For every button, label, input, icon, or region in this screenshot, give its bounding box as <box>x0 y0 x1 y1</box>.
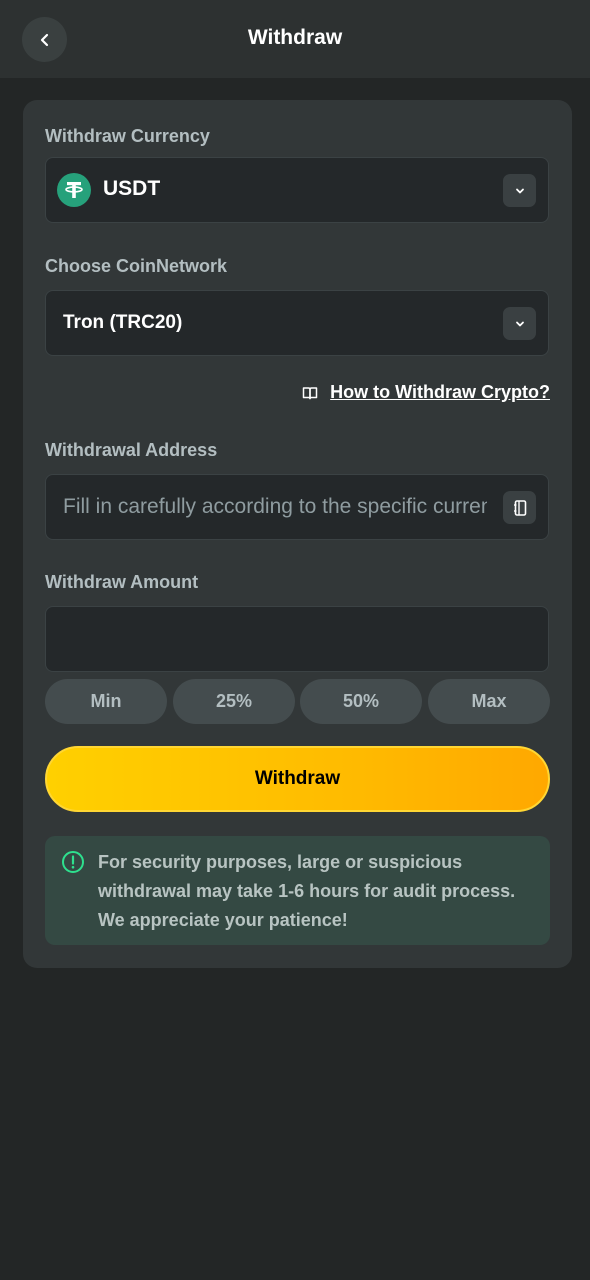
withdraw-amount-input[interactable] <box>63 607 533 671</box>
tether-icon <box>57 173 91 207</box>
book-icon <box>302 386 318 399</box>
currency-label: Withdraw Currency <box>45 126 210 146</box>
info-icon <box>62 851 84 873</box>
how-to-withdraw-link[interactable]: How to Withdraw Crypto? <box>302 382 550 403</box>
security-notice-text: For security purposes, large or suspicio… <box>98 852 516 930</box>
currency-dropdown-button[interactable] <box>503 174 536 207</box>
network-select[interactable]: Tron (TRC20) <box>45 290 549 356</box>
network-label: Choose CoinNetwork <box>45 256 228 276</box>
chevron-down-icon <box>515 188 524 193</box>
amount-50-button[interactable]: 50% <box>300 679 422 724</box>
page-title: Withdraw <box>247 26 343 49</box>
amount-25-button[interactable]: 25% <box>173 679 295 724</box>
amount-field <box>45 606 549 672</box>
how-to-withdraw-text[interactable]: How to Withdraw Crypto? <box>330 382 550 403</box>
amount-max-button[interactable]: Max <box>428 679 550 724</box>
currency-value: USDT <box>103 177 161 200</box>
security-notice: For security purposes, large or suspicio… <box>45 836 550 945</box>
amount-min-button[interactable]: Min <box>45 679 167 724</box>
network-dropdown-button[interactable] <box>503 307 536 340</box>
currency-select[interactable]: USDT <box>45 157 549 223</box>
withdrawal-address-input[interactable] <box>63 475 487 539</box>
withdraw-form-card: Withdraw Currency USDT Choose CoinNetwor… <box>23 100 572 968</box>
address-field <box>45 474 549 540</box>
address-book-button[interactable] <box>503 491 536 524</box>
address-label: Withdrawal Address <box>45 440 218 460</box>
withdraw-button[interactable]: Withdraw <box>45 746 550 812</box>
address-book-icon <box>513 499 526 516</box>
chevron-down-icon <box>515 321 524 326</box>
network-value: Tron (TRC20) <box>63 312 183 333</box>
top-bar: Withdraw <box>0 0 590 78</box>
amount-label: Withdraw Amount <box>45 572 199 592</box>
